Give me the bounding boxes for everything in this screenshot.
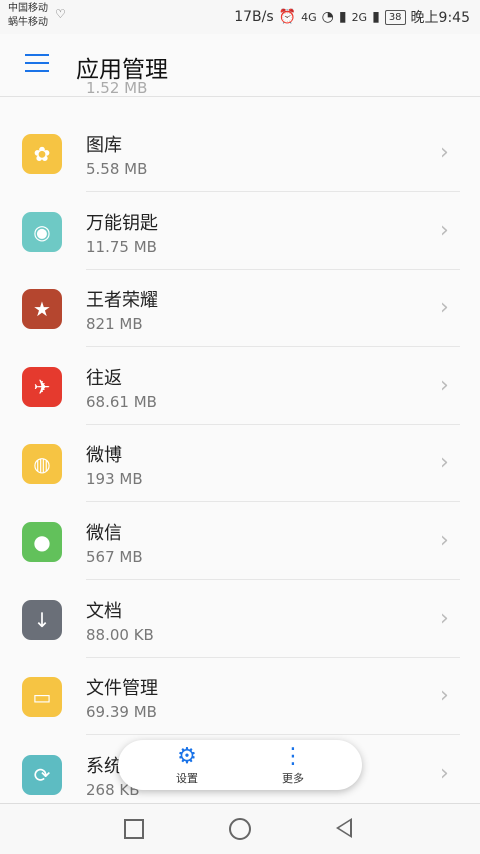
chevron-right-icon: › — [440, 372, 449, 398]
app-size: 193 MB — [86, 470, 143, 489]
app-size: 11.75 MB — [86, 237, 157, 256]
alarm-icon: ⏰ — [278, 9, 297, 25]
download-icon: ↓ — [22, 599, 62, 640]
chevron-right-icon: › — [440, 605, 449, 631]
chevron-right-icon: › — [440, 760, 449, 786]
game-hero-icon: ★ — [22, 289, 62, 330]
back-icon[interactable] — [336, 818, 352, 838]
app-size: 69.39 MB — [86, 703, 157, 722]
signal-icon-2: ▮ — [372, 9, 380, 25]
app-list-item[interactable]: ↓ 文档 88.00 KB › — [0, 581, 480, 658]
app-list-item[interactable]: ● 微信 567 MB › — [0, 503, 480, 580]
menu-icon[interactable] — [25, 54, 49, 72]
battery-level: 38 — [384, 9, 406, 25]
partial-item-size: 1.52 MB — [86, 79, 148, 97]
app-name: 图库 — [86, 135, 122, 156]
bird-icon: ✈ — [22, 366, 62, 407]
carrier-2: 蜗牛移动 — [8, 17, 48, 28]
gear-icon: ⚙ — [177, 744, 197, 769]
folder-icon: ▭ — [22, 677, 62, 718]
heartbeat-icon: ♡ — [55, 7, 66, 21]
action-popup: ⚙ 设置 ⋮ 更多 — [118, 740, 362, 790]
chevron-right-icon: › — [440, 295, 449, 321]
app-size: 88.00 KB — [86, 625, 154, 644]
clock: 晚上9:45 — [410, 10, 470, 26]
app-name: 文档 — [86, 600, 122, 622]
recent-apps-icon[interactable] — [124, 819, 144, 839]
navigation-bar — [0, 803, 480, 854]
app-name: 王者荣耀 — [86, 290, 158, 312]
home-icon[interactable] — [229, 818, 251, 840]
signal-4g-indicator: 4G — [301, 10, 317, 24]
app-bar: 应用管理 — [0, 34, 480, 97]
app-list-item[interactable]: ★ 王者荣耀 821 MB › — [0, 270, 480, 348]
signal-icon: ▮ — [338, 9, 347, 25]
app-list-item[interactable]: ✈ 往返 68.61 MB › — [0, 348, 480, 425]
chevron-right-icon: › — [440, 217, 449, 243]
app-size: 5.58 MB — [86, 160, 148, 178]
weibo-icon: ◍ — [22, 444, 62, 485]
app-name: 文件管理 — [86, 678, 158, 700]
refresh-icon: ⟳ — [22, 754, 62, 795]
settings-label: 设置 — [176, 772, 198, 785]
app-name: 微信 — [86, 523, 122, 544]
app-name: 往返 — [86, 367, 122, 389]
app-list-item[interactable]: ▭ 文件管理 69.39 MB › — [0, 658, 480, 736]
chevron-right-icon: › — [440, 450, 449, 476]
more-label: 更多 — [282, 772, 304, 785]
chevron-right-icon: › — [440, 140, 449, 165]
chat-bubble-icon: ● — [22, 522, 62, 562]
app-size: 567 MB — [86, 548, 143, 566]
network-speed: 17B/s — [234, 9, 274, 25]
app-name: 微博 — [86, 445, 122, 467]
settings-button[interactable]: ⚙ 设置 — [152, 744, 222, 786]
app-list-item[interactable]: ✿ 图库 5.58 MB › — [0, 115, 480, 192]
signal-2g-indicator: 2G — [351, 10, 368, 24]
status-bar: 中国移动 蜗牛移动 ♡ 17B/s ⏰ 4G ◔ ▮ 2G ▮ 38 晚上9:4… — [0, 0, 480, 34]
app-size: 821 MB — [86, 315, 143, 334]
chevron-right-icon: › — [440, 683, 449, 709]
wifi-key-icon: ◉ — [22, 211, 62, 252]
app-list-item[interactable]: ◉ 万能钥匙 11.75 MB › — [0, 193, 480, 270]
app-size: 68.61 MB — [86, 392, 157, 411]
app-list-item[interactable]: ◍ 微博 193 MB › — [0, 425, 480, 503]
more-vertical-icon: ⋮ — [282, 744, 304, 769]
carrier-info: 中国移动 蜗牛移动 — [8, 2, 48, 30]
chevron-right-icon: › — [440, 528, 449, 553]
status-right: 17B/s ⏰ 4G ◔ ▮ 2G ▮ 38 晚上9:45 — [234, 7, 470, 27]
wifi-icon: ◔ — [321, 9, 334, 25]
more-button[interactable]: ⋮ 更多 — [258, 744, 328, 786]
carrier-1: 中国移动 — [8, 3, 48, 14]
app-name: 万能钥匙 — [86, 212, 158, 234]
flower-icon: ✿ — [22, 134, 62, 174]
